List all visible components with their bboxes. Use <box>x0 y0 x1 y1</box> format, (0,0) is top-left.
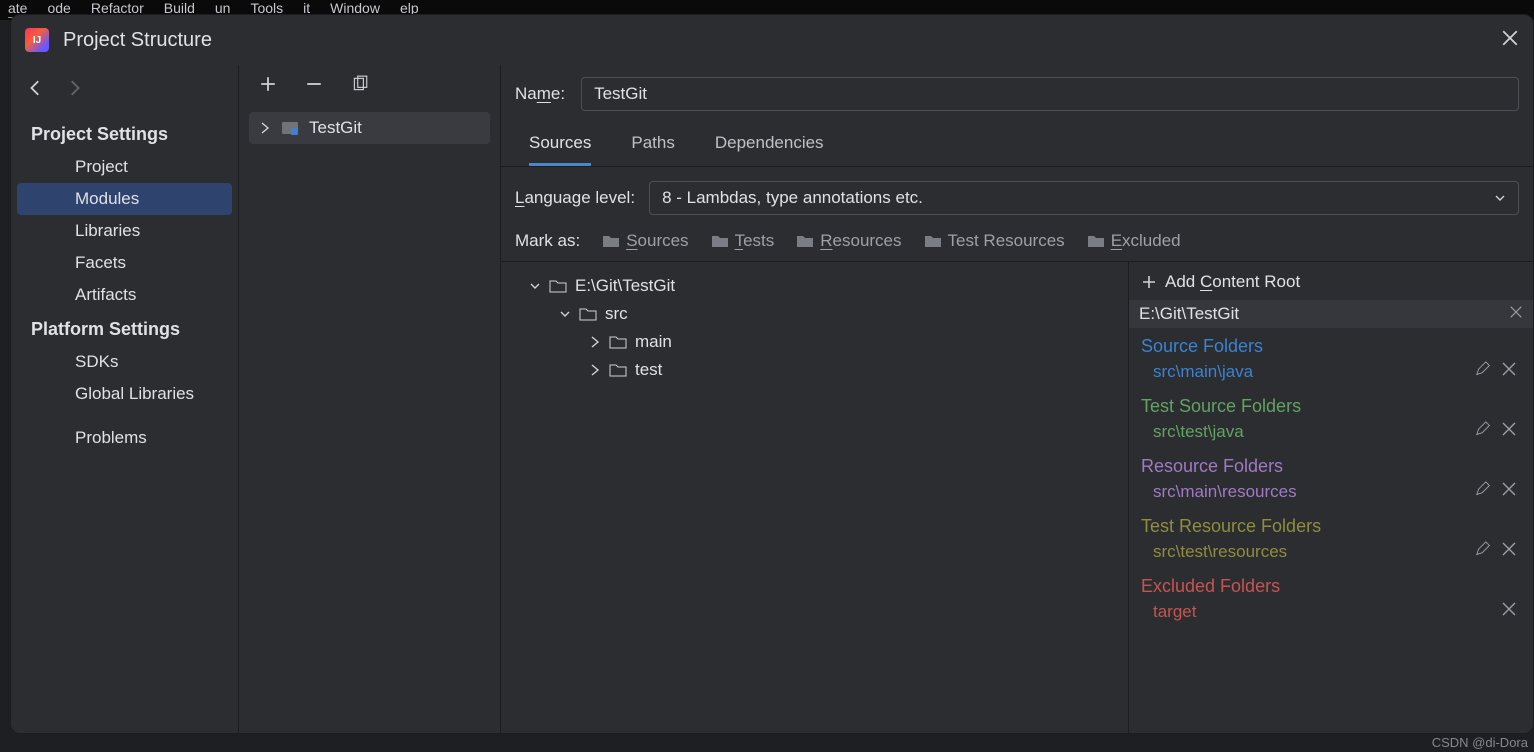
language-level-value: 8 - Lambdas, type annotations etc. <box>662 188 923 208</box>
chevron-right-icon <box>589 336 601 348</box>
folder-entry[interactable]: src\test\resources <box>1141 537 1521 566</box>
sidebar-item-sdks[interactable]: SDKs <box>11 346 238 378</box>
sidebar-item-problems[interactable]: Problems <box>11 422 238 454</box>
sidebar-item-facets[interactable]: Facets <box>11 247 238 279</box>
module-icon <box>281 119 299 137</box>
add-content-root-button[interactable]: Add Content Root <box>1141 272 1300 292</box>
folder-icon <box>711 233 729 249</box>
mark-as-label: Mark as: <box>515 231 580 251</box>
dialog-title: Project Structure <box>63 29 212 52</box>
tree-row-main[interactable]: main <box>509 328 1120 356</box>
module-detail-pane: Name: Sources Paths Dependencies Language … <box>501 65 1533 733</box>
close-icon <box>1501 541 1517 557</box>
close-button[interactable] <box>1501 29 1519 52</box>
section-platform-settings: Platform Settings <box>11 311 238 346</box>
content-roots-pane: Add Content Root E:\Git\TestGit Source F… <box>1129 262 1533 733</box>
folder-icon <box>924 233 942 249</box>
module-name-input[interactable] <box>581 77 1519 111</box>
pencil-icon <box>1475 421 1491 437</box>
sidebar-item-libraries[interactable]: Libraries <box>11 215 238 247</box>
chevron-down-icon <box>559 308 571 320</box>
nav-back-button[interactable] <box>27 79 45 102</box>
remove-folder-button[interactable] <box>1501 421 1517 442</box>
mark-sources-button[interactable]: Sources <box>602 231 688 251</box>
chevron-right-icon <box>259 122 271 134</box>
tab-paths[interactable]: Paths <box>631 133 674 166</box>
folder-entry[interactable]: src\main\java <box>1141 357 1521 386</box>
nav-forward-button[interactable] <box>65 79 83 102</box>
remove-content-root-button[interactable] <box>1509 304 1523 324</box>
folder-icon <box>579 306 597 322</box>
folder-group-title: Excluded Folders <box>1141 576 1521 597</box>
close-icon <box>1509 305 1523 319</box>
dialog-titlebar: IJ Project Structure <box>11 15 1533 65</box>
close-icon <box>1501 601 1517 617</box>
folder-entry[interactable]: src\test\java <box>1141 417 1521 446</box>
project-structure-dialog: IJ Project Structure Project Settings Pr… <box>10 14 1534 734</box>
module-list-pane: TestGit <box>239 65 501 733</box>
edit-folder-button[interactable] <box>1475 481 1491 502</box>
pencil-icon <box>1475 361 1491 377</box>
close-icon <box>1501 361 1517 377</box>
close-icon <box>1501 29 1519 47</box>
sidebar-item-artifacts[interactable]: Artifacts <box>11 279 238 311</box>
sidebar-item-project[interactable]: Project <box>11 151 238 183</box>
language-level-combo[interactable]: 8 - Lambdas, type annotations etc. <box>649 181 1519 215</box>
tree-row-root[interactable]: E:\Git\TestGit <box>509 272 1120 300</box>
add-module-button[interactable] <box>259 75 277 98</box>
folder-group-title: Test Source Folders <box>1141 396 1521 417</box>
chevron-down-icon <box>529 280 541 292</box>
edit-folder-button[interactable] <box>1475 361 1491 382</box>
source-tree-pane: E:\Git\TestGit src main <box>501 262 1129 733</box>
close-icon <box>1501 421 1517 437</box>
mark-resources-button[interactable]: Resources <box>796 231 901 251</box>
mark-test-resources-button[interactable]: Test Resources <box>924 231 1065 251</box>
sidebar-item-global-libraries[interactable]: Global Libraries <box>11 378 238 410</box>
pencil-icon <box>1475 541 1491 557</box>
language-level-label: Language level: <box>515 188 635 208</box>
sidebar-item-modules[interactable]: Modules <box>17 183 232 215</box>
remove-folder-button[interactable] <box>1501 541 1517 562</box>
remove-folder-button[interactable] <box>1501 601 1517 622</box>
name-label: Name: <box>515 84 565 104</box>
tree-row-test[interactable]: test <box>509 356 1120 384</box>
tree-row-src[interactable]: src <box>509 300 1120 328</box>
tab-dependencies[interactable]: Dependencies <box>715 133 824 166</box>
edit-folder-button[interactable] <box>1475 541 1491 562</box>
module-tabs: Sources Paths Dependencies <box>501 111 1533 167</box>
folder-group-title: Source Folders <box>1141 336 1521 357</box>
remove-folder-button[interactable] <box>1501 481 1517 502</box>
mark-as-row: Mark as: Sources Tests Resources Test Resou… <box>501 215 1533 262</box>
module-item-testgit[interactable]: TestGit <box>249 112 490 144</box>
watermark: CSDN @di-Dora <box>1432 735 1528 750</box>
settings-sidebar: Project Settings ProjectModulesLibraries… <box>11 65 239 733</box>
folder-group-title: Resource Folders <box>1141 456 1521 477</box>
chevron-right-icon <box>589 364 601 376</box>
plus-icon <box>1141 274 1157 290</box>
folder-icon <box>796 233 814 249</box>
chevron-down-icon <box>1494 192 1506 204</box>
intellij-icon: IJ <box>25 28 49 52</box>
module-name: TestGit <box>309 118 362 138</box>
folder-entry[interactable]: src\main\resources <box>1141 477 1521 506</box>
copy-module-button[interactable] <box>351 75 369 98</box>
edit-folder-button[interactable] <box>1475 421 1491 442</box>
pencil-icon <box>1475 481 1491 497</box>
close-icon <box>1501 481 1517 497</box>
folder-icon <box>609 334 627 350</box>
folder-icon <box>549 278 567 294</box>
folder-icon <box>602 233 620 249</box>
mark-tests-button[interactable]: Tests <box>711 231 775 251</box>
section-project-settings: Project Settings <box>11 116 238 151</box>
mark-excluded-button[interactable]: Excluded <box>1087 231 1181 251</box>
folder-group-title: Test Resource Folders <box>1141 516 1521 537</box>
content-root-path[interactable]: E:\Git\TestGit <box>1129 300 1533 328</box>
remove-folder-button[interactable] <box>1501 361 1517 382</box>
folder-entry[interactable]: target <box>1141 597 1521 626</box>
remove-module-button[interactable] <box>305 75 323 98</box>
folder-icon <box>1087 233 1105 249</box>
folder-icon <box>609 362 627 378</box>
tab-sources[interactable]: Sources <box>529 133 591 166</box>
